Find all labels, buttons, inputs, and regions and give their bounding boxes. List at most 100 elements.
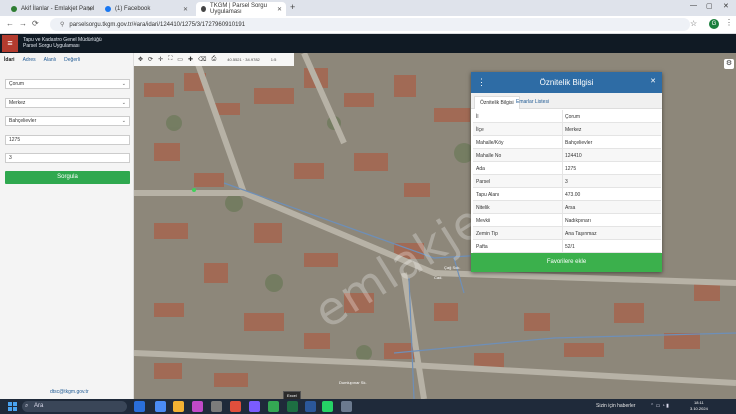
app-title: Tapu ve Kadastro Genel Müdürlüğü Parsel … <box>23 37 102 49</box>
search-placeholder: Ara <box>34 403 44 409</box>
edge-icon[interactable] <box>134 401 145 412</box>
zoom-in-tool-icon[interactable]: ✛ <box>158 56 163 63</box>
row-value: Arsa <box>565 205 576 211</box>
news-widget[interactable]: Sizin için haberler <box>596 403 635 409</box>
gear-icon[interactable]: ⚙ <box>724 59 734 69</box>
mahalle-value: Bahçelievler <box>9 118 37 124</box>
back-arrow-icon[interactable]: ← <box>6 19 14 28</box>
forward-arrow-icon[interactable]: → <box>19 19 27 28</box>
file-explorer-icon[interactable] <box>173 401 184 412</box>
chrome-icon[interactable] <box>268 401 279 412</box>
sorgula-button[interactable]: Sorgula <box>5 171 130 184</box>
emlakjet-favicon-icon <box>11 6 17 12</box>
table-row: Parsel 3 <box>473 175 661 188</box>
tab-adres[interactable]: Adres <box>23 57 36 63</box>
row-key: Parsel <box>476 179 491 185</box>
row-key: İl <box>476 114 479 120</box>
ilce-select[interactable]: Merkez ⌄ <box>5 98 130 108</box>
clear-tool-icon[interactable]: ⌫ <box>198 56 206 63</box>
windows-start-icon[interactable] <box>8 402 17 411</box>
profile-avatar[interactable]: G <box>709 19 719 29</box>
parsel-field[interactable]: 3 <box>5 153 130 163</box>
excel-icon[interactable] <box>287 401 298 412</box>
table-row: Tapu Alanı 473.00 <box>473 188 661 201</box>
app-icon[interactable] <box>230 401 241 412</box>
app-icon[interactable] <box>341 401 352 412</box>
maximize-icon[interactable]: ▢ <box>706 2 713 10</box>
word-icon[interactable] <box>305 401 316 412</box>
table-row: Pafta 52/1 <box>473 240 661 253</box>
dialog-header: ⋮ Öznitelik Bilgisi ✕ <box>471 72 662 93</box>
tab-idari[interactable]: İdari <box>4 57 15 63</box>
minimize-icon[interactable]: — <box>690 2 697 9</box>
close-icon[interactable]: ✕ <box>650 77 656 85</box>
refresh-tool-icon[interactable]: ⟳ <box>148 56 153 63</box>
bookmark-star-icon[interactable]: ☆ <box>690 19 697 28</box>
row-value: Çorum <box>565 114 581 120</box>
street-label: Cad. <box>434 275 443 280</box>
close-tab-icon[interactable]: ✕ <box>183 6 188 13</box>
windows-taskbar: ⌕ Ara Sizin için haberler ⌃ ▭ ◔ ▮ 18:11 … <box>0 399 736 414</box>
hamburger-menu-icon[interactable]: ≡ <box>2 35 18 52</box>
row-value: Merkez <box>565 127 582 133</box>
add-to-favorites-button[interactable]: Favorilere ekle <box>471 253 662 272</box>
close-tab-icon[interactable]: ✕ <box>87 6 92 13</box>
row-value: 124410 <box>565 153 582 159</box>
tab-emarlar[interactable]: Emarlar Listesi <box>511 96 554 109</box>
row-value: 3 <box>565 179 568 185</box>
store-icon[interactable] <box>155 401 166 412</box>
table-row: Mahalle/Köy Bahçelievler <box>473 136 661 149</box>
app-header: ≡ Tapu ve Kadastro Genel Müdürlüğü Parse… <box>0 34 736 53</box>
tab-emlakjet[interactable]: Akif İlanlar - Emlakjet Panel ✕ <box>6 2 96 16</box>
extent-tool-icon[interactable]: ⛶ <box>168 56 172 63</box>
row-key: Mahalle No <box>476 153 502 159</box>
row-key: Pafta <box>476 244 488 250</box>
app-icon[interactable] <box>249 401 260 412</box>
browser-menu-icon[interactable]: ⋮ <box>725 18 733 27</box>
street-label: Çağ Sok. <box>444 265 461 270</box>
contact-email-link[interactable]: dtsc@tkgm.gov.tr <box>50 389 89 395</box>
tab-degerli[interactable]: Değerli <box>64 57 80 63</box>
row-value: Nadıkpınarı <box>565 218 591 224</box>
table-row: İl Çorum <box>473 110 661 123</box>
row-key: Mevkii <box>476 218 491 224</box>
dialog-tabs: Öznitelik Bilgisi Emarlar Listesi <box>471 93 662 109</box>
attribute-info-dialog: ⋮ Öznitelik Bilgisi ✕ Öznitelik Bilgisi … <box>471 72 662 272</box>
whatsapp-icon[interactable] <box>322 401 333 412</box>
area-tool-icon[interactable]: ▭ <box>177 56 183 63</box>
table-row: Mahalle No 124410 <box>473 149 661 162</box>
tab-alanli[interactable]: Alanlı <box>44 57 57 63</box>
scale-readout: 1:5 <box>270 57 277 62</box>
system-tray-icons[interactable]: ⌃ ▭ ◔ ▮ <box>650 403 669 409</box>
table-row: Ada 1275 <box>473 162 661 175</box>
row-key: Ada <box>476 166 485 172</box>
app-icon[interactable] <box>211 401 222 412</box>
parsel-value: 3 <box>9 155 12 161</box>
pan-tool-icon[interactable]: ✥ <box>138 56 143 63</box>
add-tool-icon[interactable]: ✚ <box>188 56 193 63</box>
url-field[interactable]: ⚲ parselsorgu.tkgm.gov.tr/#ara/idari/124… <box>50 18 690 31</box>
app-icon[interactable] <box>192 401 203 412</box>
mahalle-select[interactable]: Bahçelievler ⌄ <box>5 116 130 126</box>
site-info-icon[interactable]: ⚲ <box>60 21 64 28</box>
new-tab-button[interactable]: + <box>290 2 295 12</box>
ada-value: 1275 <box>9 137 21 143</box>
il-select[interactable]: Çorum ⌄ <box>5 79 130 89</box>
reload-icon[interactable]: ⟳ <box>32 19 39 28</box>
close-window-icon[interactable]: ✕ <box>723 2 729 10</box>
url-text: parselsorgu.tkgm.gov.tr/#ara/idari/12441… <box>69 21 246 28</box>
tab-tkgm[interactable]: TKGM | Parsel Sorgu Uygulaması ✕ <box>196 2 286 16</box>
ada-field[interactable]: 1275 <box>5 135 130 145</box>
table-row: Zemin Tip Ana Taşınmaz <box>473 227 661 240</box>
ilce-value: Merkez <box>9 100 26 106</box>
system-clock[interactable]: 18:11 3.10.2024 <box>690 400 708 412</box>
print-tool-icon[interactable]: ⎙ <box>211 56 216 63</box>
row-key: Mahalle/Köy <box>476 140 504 146</box>
tab-label: (1) Facebook <box>115 6 151 12</box>
address-bar-row: ← → ⟳ ⚲ parselsorgu.tkgm.gov.tr/#ara/ida… <box>0 16 736 34</box>
chevron-down-icon: ⌄ <box>121 81 126 87</box>
taskbar-search-input[interactable]: ⌕ Ara <box>22 401 127 412</box>
close-tab-icon[interactable]: ✕ <box>277 6 282 13</box>
table-row: Mevkii Nadıkpınarı <box>473 214 661 227</box>
tab-facebook[interactable]: (1) Facebook ✕ <box>100 2 192 16</box>
